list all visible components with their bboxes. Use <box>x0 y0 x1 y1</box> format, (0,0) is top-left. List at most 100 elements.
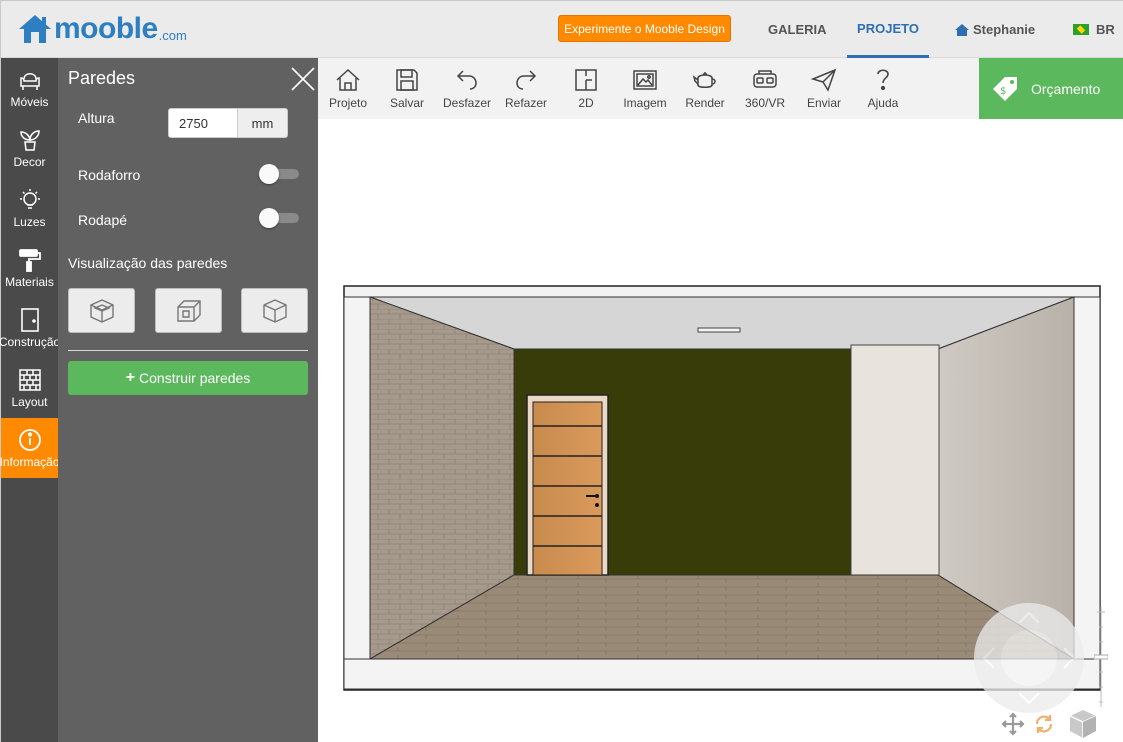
walls-hidden-button[interactable] <box>241 288 308 333</box>
camera-navigation-widget[interactable] <box>974 603 1084 713</box>
tool-ajuda[interactable]: Ajuda <box>854 66 912 110</box>
language-code: BR <box>1096 22 1115 37</box>
image-icon <box>633 70 657 90</box>
nav-user[interactable]: Stephanie <box>954 1 1035 58</box>
tool-enviar[interactable]: Enviar <box>795 66 853 110</box>
try-mooble-design-button[interactable]: Experimente o Mooble Design <box>558 15 731 42</box>
height-unit: mm <box>237 108 288 138</box>
cube-view-icon[interactable] <box>1066 707 1100 741</box>
rail-item-materiais[interactable]: Materiais <box>1 238 58 298</box>
rail-label: Móveis <box>10 95 49 109</box>
rail-label: Decor <box>13 155 46 169</box>
brick-wall-icon <box>18 369 41 391</box>
walls-cut-icon <box>176 299 201 322</box>
height-label: Altura <box>78 110 115 126</box>
tool-desfazer[interactable]: Desfazer <box>438 66 496 110</box>
height-input[interactable] <box>168 108 238 138</box>
mooble-logo[interactable]: mooble .com <box>17 11 187 47</box>
walls-full-icon <box>89 298 114 323</box>
redo-icon <box>516 70 537 90</box>
app-window: mooble .com Experimente o Mooble Design … <box>0 0 1123 742</box>
rail-label: Layout <box>11 395 48 409</box>
wall-visualization-label: Visualização das paredes <box>68 255 228 271</box>
rail-item-decor[interactable]: Decor <box>1 118 58 178</box>
panel-title: Paredes <box>68 68 136 88</box>
rail-item-luzes[interactable]: Luzes <box>1 178 58 238</box>
tool-projeto[interactable]: Projeto <box>319 66 377 110</box>
nav-projeto[interactable]: PROJETO <box>847 1 929 58</box>
door-icon <box>20 308 39 332</box>
lightbulb-icon <box>19 189 40 209</box>
walls-panel: Paredes Altura mm Rodaforro Rodapé Visua… <box>58 58 318 742</box>
tool-label: 360/VR <box>744 96 786 110</box>
rodape-label: Rodapé <box>78 212 128 228</box>
tool-render[interactable]: Render <box>676 66 734 110</box>
toggle-knob <box>259 208 279 228</box>
tool-label: 2D <box>578 96 594 110</box>
tool-label: Projeto <box>328 96 368 110</box>
budget-button[interactable]: $ Orçamento <box>979 58 1123 119</box>
armchair-icon <box>19 73 40 90</box>
brazil-flag-icon <box>1073 24 1089 35</box>
3d-viewport[interactable] <box>318 119 1123 742</box>
logo-house-icon <box>19 15 51 43</box>
rodaforro-toggle[interactable] <box>259 164 299 184</box>
teapot-icon <box>692 72 716 88</box>
rail-item-moveis[interactable]: Móveis <box>1 58 58 118</box>
tool-refazer[interactable]: Refazer <box>497 66 555 110</box>
rail-label: Materiais <box>5 275 54 289</box>
svg-text:$: $ <box>1000 86 1006 97</box>
build-walls-button[interactable]: + Construir paredes <box>68 361 308 395</box>
category-rail: Móveis Decor Luzes Materiais Construção … <box>0 58 61 742</box>
rail-item-layout[interactable]: Layout <box>1 358 58 418</box>
tool-2d[interactable]: 2D <box>557 66 615 110</box>
close-icon[interactable] <box>290 66 316 92</box>
tool-label: Desfazer <box>442 96 492 110</box>
tool-label: Enviar <box>806 96 841 110</box>
home-icon <box>955 23 969 36</box>
home-icon <box>336 68 360 91</box>
walls-full-button[interactable] <box>68 288 135 333</box>
logo-text: mooble <box>54 12 158 45</box>
floorplan-icon <box>575 69 597 91</box>
rodape-toggle[interactable] <box>259 208 299 228</box>
paint-roller-icon <box>18 249 41 272</box>
tool-label: Refazer <box>504 96 548 110</box>
panel-divider <box>68 350 308 351</box>
wooden-door[interactable] <box>526 394 609 576</box>
plant-icon <box>19 130 40 151</box>
tool-360-vr[interactable]: 360/VR <box>736 66 794 110</box>
rail-item-construcao[interactable]: Construção <box>0 298 61 358</box>
orbit-arrows-icon <box>982 611 1076 705</box>
nav-galeria[interactable]: GALERIA <box>768 1 827 58</box>
info-icon <box>18 429 41 451</box>
rail-label: Luzes <box>13 215 46 229</box>
rail-label: Informação <box>0 455 60 469</box>
rotate-icon[interactable] <box>1031 711 1057 737</box>
wall-column <box>850 344 940 588</box>
rail-label: Construção <box>0 335 61 349</box>
rodaforro-label: Rodaforro <box>78 167 141 183</box>
question-icon <box>877 69 889 91</box>
tool-label: Render <box>685 96 725 110</box>
move-icon[interactable] <box>1000 711 1026 737</box>
zoom-slider[interactable] <box>1094 607 1108 707</box>
floppy-icon <box>396 69 418 91</box>
rail-item-informacao[interactable]: Informação <box>0 418 60 478</box>
paper-plane-icon <box>810 68 837 92</box>
walls-cut-button[interactable] <box>155 288 222 333</box>
tool-label: Imagem <box>623 96 667 110</box>
tool-salvar[interactable]: Salvar <box>378 66 436 110</box>
tool-imagem[interactable]: Imagem <box>616 66 674 110</box>
walls-hidden-icon <box>262 298 287 323</box>
toggle-knob <box>259 164 279 184</box>
ceiling-light <box>697 327 741 333</box>
tool-label: Ajuda <box>867 96 899 110</box>
left-wall-edge <box>343 296 371 660</box>
language-selector[interactable]: BR <box>1073 1 1115 58</box>
price-tag-icon: $ <box>993 76 1017 101</box>
main-toolbar: Projeto Salvar Desfazer Refazer 2D Image… <box>318 58 979 119</box>
logo-suffix: .com <box>158 28 187 43</box>
tool-label: Salvar <box>389 96 424 110</box>
top-header: mooble .com Experimente o Mooble Design … <box>1 1 1123 58</box>
